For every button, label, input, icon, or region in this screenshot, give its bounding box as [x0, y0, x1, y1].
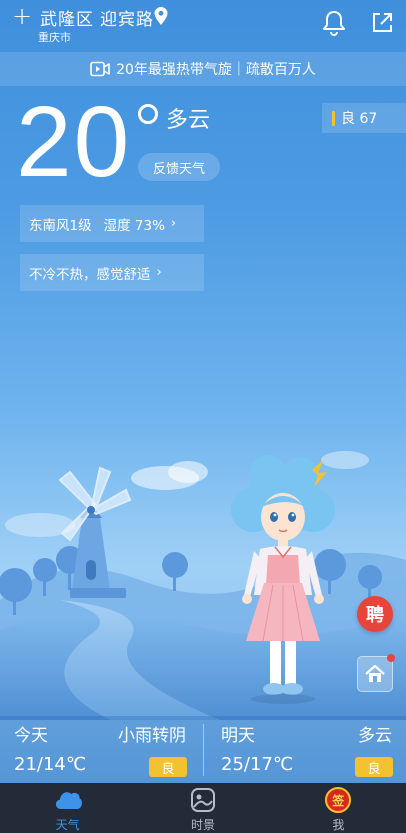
plus-icon[interactable]: + [12, 4, 32, 28]
today-condition: 小雨转阴 [118, 726, 186, 746]
weather-scene-illustration [0, 451, 406, 720]
hire-button[interactable]: 聘 [357, 596, 393, 632]
comfort-chip[interactable]: 不冷不热，感觉舒适 › [20, 254, 204, 291]
bottom-nav: 天气 时景 签 我 [0, 783, 406, 833]
today-label: 今天 [14, 726, 48, 746]
tomorrow-temperature: 25/17℃ [221, 754, 294, 775]
street-label[interactable]: 迎宾路 [100, 5, 154, 30]
tomorrow-label: 明天 [221, 726, 255, 746]
alert-banner[interactable]: 20年最强热带气旋｜疏散百万人 [0, 52, 406, 86]
home-icon [365, 664, 385, 682]
home-button[interactable] [357, 654, 395, 692]
wind-label: 东南风1级 [29, 217, 92, 234]
city-label: 重庆市 [38, 31, 71, 44]
mascot-character[interactable] [228, 455, 338, 707]
nav-item-scenes[interactable]: 时景 [135, 783, 270, 833]
district-label[interactable]: 武隆区 [40, 5, 94, 30]
nav-label-scenes: 时景 [190, 818, 215, 832]
notification-dot [387, 654, 395, 662]
current-temperature: 20 [16, 86, 132, 198]
aqi-color-bar [332, 110, 335, 126]
banner-text: 20年最强热带气旋｜疏散百万人 [116, 62, 316, 78]
feedback-weather-button[interactable]: 反馈天气 [138, 153, 220, 181]
chevron-right-icon: › [170, 216, 177, 231]
degree-symbol [138, 104, 158, 124]
tomorrow-aqi-badge: 良 [355, 757, 393, 777]
forecast-divider [203, 724, 204, 776]
video-icon [90, 61, 110, 77]
nav-label-me: 我 [332, 818, 345, 832]
tomorrow-condition: 多云 [358, 726, 392, 746]
nav-label-weather: 天气 [55, 818, 80, 832]
aqi-badge[interactable]: 良 67 [322, 103, 406, 133]
cloud-icon [55, 792, 82, 809]
wind-humidity-chip[interactable]: 东南风1级 湿度 73% › [20, 205, 204, 242]
humidity-label: 湿度 73% [103, 217, 165, 234]
share-icon[interactable] [370, 11, 394, 35]
aqi-label: 良 67 [341, 111, 378, 127]
bell-icon[interactable] [322, 10, 346, 36]
today-aqi-badge: 良 [149, 757, 187, 777]
checkin-icon: 签 [325, 787, 352, 813]
forecast-strip[interactable]: 今天 小雨转阴 21/14℃ 良 明天 多云 25/17℃ 良 [0, 716, 406, 783]
current-condition: 多云 [166, 108, 211, 133]
photo-icon [190, 788, 215, 812]
header: + 武隆区 迎宾路 重庆市 [0, 0, 406, 50]
location-pin-icon [154, 7, 168, 25]
comfort-label: 不冷不热，感觉舒适 [29, 266, 151, 283]
nav-item-weather[interactable]: 天气 [0, 783, 135, 833]
nav-item-me[interactable]: 签 我 [271, 783, 406, 833]
today-temperature: 21/14℃ [14, 754, 87, 775]
chevron-right-icon: › [156, 265, 162, 280]
